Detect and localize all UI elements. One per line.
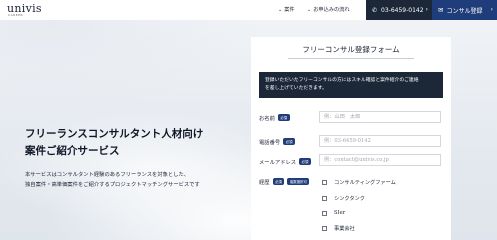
career-option-business[interactable]: 事業会社 bbox=[322, 225, 355, 232]
nav-item-label: 案件 bbox=[284, 7, 295, 13]
chevron-down-icon: ⌄ bbox=[278, 7, 283, 13]
site-header: univis CAREER ⌄ 案件 ⌄ お申込みの流れ ✆ 03-6459-014… bbox=[0, 0, 497, 20]
nav-item-label: お申込みの流れ bbox=[313, 7, 350, 13]
consult-register-button[interactable]: ✉ コンサル登録 › bbox=[432, 0, 497, 20]
multi-select-badge: 複数選択可 bbox=[287, 178, 310, 185]
checkbox[interactable] bbox=[322, 180, 327, 185]
registration-form: フリーコンサル登録フォーム 登録いただいたフリーコンサルの方にはスキル確認と案件… bbox=[251, 37, 451, 240]
hero-title-line: フリーランスコンサルタント人材向け bbox=[25, 128, 204, 140]
hero-description: 本サービスはコンサルタント経験のあるフリーランスを対象とした、 独自案件・高単価… bbox=[25, 171, 200, 190]
consult-register-label: コンサル登録 bbox=[446, 7, 483, 15]
name-field[interactable] bbox=[319, 111, 441, 123]
career-label: 経歴 必須 複数選択可 bbox=[259, 178, 310, 186]
chevron-down-icon: ⌄ bbox=[307, 7, 312, 13]
career-label-text: 経歴 bbox=[259, 180, 270, 186]
checkbox[interactable] bbox=[322, 210, 327, 216]
required-badge: 必須 bbox=[272, 178, 285, 185]
nav-item-cases[interactable]: ⌄ 案件 bbox=[278, 6, 295, 13]
phone-icon: ✆ bbox=[372, 6, 378, 14]
form-notice: 登録いただいたフリーコンサルの方にはスキル確認と案件紹介のご連絡 を差し上げてい… bbox=[259, 72, 443, 98]
name-label-text: お名前 bbox=[259, 116, 275, 122]
chevron-right-icon: › bbox=[490, 6, 493, 13]
career-option-label: コンサルティングファーム bbox=[334, 180, 396, 186]
hero-description-line: 独自案件・高単価案件をご紹介するプロジェクトマッチングサービスです bbox=[25, 181, 200, 188]
phone-number: 03-6459-0142 bbox=[381, 6, 424, 14]
form-title: フリーコンサル登録フォーム bbox=[302, 45, 400, 54]
career-option-label: SIer bbox=[334, 210, 346, 216]
phone-button[interactable]: ✆ 03-6459-0142 › bbox=[366, 0, 432, 20]
career-option-label: シンクタンク bbox=[334, 196, 365, 202]
nav-item-flow[interactable]: ⌄ お申込みの流れ bbox=[307, 6, 350, 13]
phone-label: 電話番号 必須 bbox=[259, 138, 295, 146]
mail-icon: ✉ bbox=[438, 6, 444, 14]
checkbox[interactable] bbox=[322, 226, 327, 231]
career-option-sier[interactable]: SIer bbox=[322, 210, 345, 216]
form-notice-line: を差し上げていただきます。 bbox=[265, 86, 327, 91]
checkbox[interactable] bbox=[322, 196, 327, 201]
required-badge: 必須 bbox=[283, 138, 295, 145]
email-label-text: メールアドレス bbox=[259, 160, 297, 166]
required-badge: 必須 bbox=[299, 158, 311, 165]
career-option-label: 事業会社 bbox=[334, 226, 355, 232]
email-field[interactable] bbox=[319, 154, 441, 166]
hero-title-line: 案件ご紹介サービス bbox=[25, 145, 120, 157]
form-title-divider bbox=[288, 58, 414, 59]
chevron-right-icon: › bbox=[425, 6, 428, 13]
hero-title: フリーランスコンサルタント人材向け 案件ご紹介サービス bbox=[25, 126, 203, 160]
name-label: お名前 必須 bbox=[259, 114, 290, 122]
phone-label-text: 電話番号 bbox=[259, 140, 281, 146]
career-option-consulting[interactable]: コンサルティングファーム bbox=[322, 179, 396, 186]
required-badge: 必須 bbox=[277, 114, 290, 121]
hero-description-line: 本サービスはコンサルタント経験のあるフリーランスを対象とした、 bbox=[25, 172, 190, 178]
email-label: メールアドレス 必須 bbox=[259, 158, 311, 166]
career-option-thinktank[interactable]: シンクタンク bbox=[322, 195, 365, 202]
site-logo-subtitle: CAREER bbox=[8, 13, 24, 17]
form-notice-line: 登録いただいたフリーコンサルの方にはスキル確認と案件紹介のご連絡 bbox=[265, 78, 419, 83]
phone-field[interactable] bbox=[319, 135, 441, 147]
